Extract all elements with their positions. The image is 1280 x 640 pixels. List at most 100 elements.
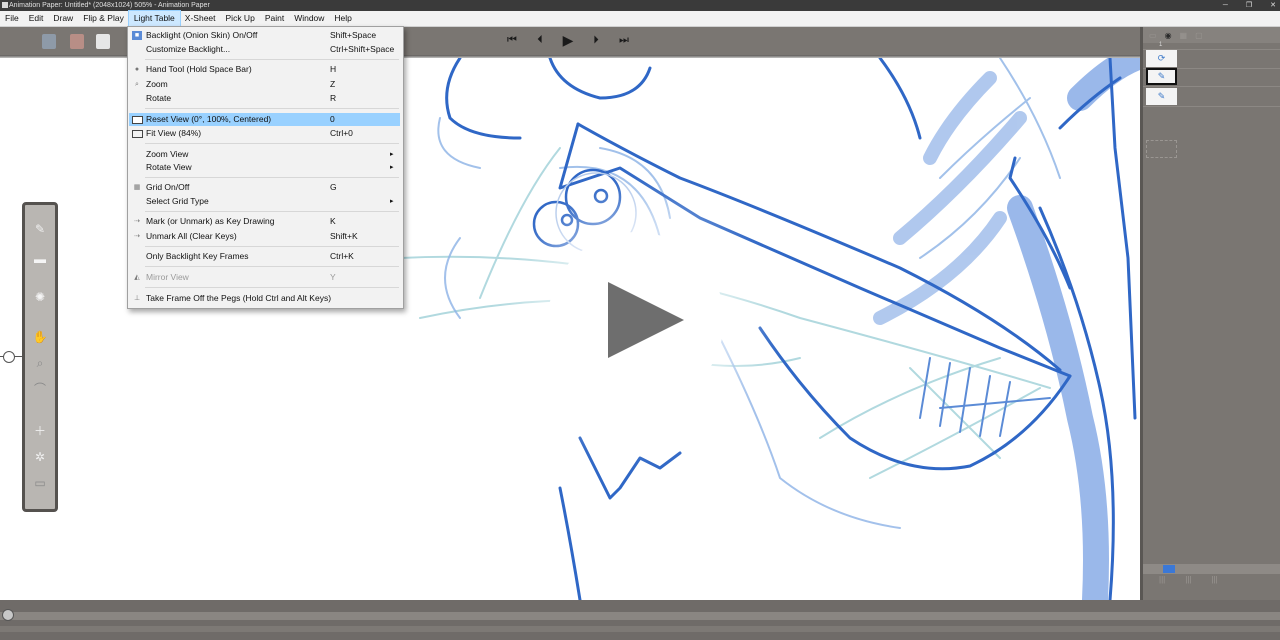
- paper-color-blue[interactable]: [42, 34, 56, 49]
- column-icon[interactable]: |||: [1211, 575, 1217, 589]
- menu-help[interactable]: Help: [329, 11, 356, 26]
- side-slider-handle[interactable]: [3, 351, 15, 363]
- x-sheet-row-1: [1143, 50, 1280, 69]
- menu-item-reset-view[interactable]: Reset View (0°, 100%, Centered) 0: [129, 113, 400, 126]
- x-sheet-footer-bar: [1143, 564, 1280, 574]
- menu-pick-up[interactable]: Pick Up: [221, 11, 260, 26]
- column-icon[interactable]: |||: [1159, 575, 1165, 589]
- timeline-track[interactable]: [0, 612, 1280, 620]
- menu-draw[interactable]: Draw: [48, 11, 78, 26]
- column-icon[interactable]: |||: [1185, 575, 1191, 589]
- timeline-lower-bar: [0, 626, 1280, 632]
- close-button[interactable]: ✕: [1270, 0, 1276, 11]
- zoom-tool-icon[interactable]: ⌕: [32, 355, 48, 371]
- menu-separator: [145, 266, 399, 267]
- key-mark-icon: ⇢: [134, 218, 140, 225]
- menu-item-take-frame-off-pegs[interactable]: ⊥ Take Frame Off the Pegs (Hold Ctrl and…: [129, 292, 400, 305]
- tool-palette: ✎ ▬ ✺ ✋ ⌕ ⌒ ＋ ✲ ▭: [22, 202, 58, 512]
- eraser-icon[interactable]: ▬: [32, 251, 48, 267]
- video-play-overlay-button[interactable]: [548, 232, 724, 408]
- menu-separator: [145, 108, 399, 109]
- next-frame-button[interactable]: ⏵: [589, 33, 603, 47]
- lock-icon[interactable]: ▢: [1195, 31, 1203, 40]
- menu-item-backlight[interactable]: ■ Backlight (Onion Skin) On/Off Shift+Sp…: [129, 29, 400, 42]
- submenu-arrow-icon: ▸: [390, 164, 394, 171]
- reset-view-icon: [132, 116, 143, 124]
- peg-icon[interactable]: ▭: [32, 475, 48, 491]
- hand-tool-icon[interactable]: ✋: [32, 329, 48, 345]
- menu-separator: [145, 143, 399, 144]
- menu-window[interactable]: Window: [289, 11, 329, 26]
- menu-item-rotate-view[interactable]: Rotate View ▸: [129, 161, 400, 174]
- menu-item-only-key-frames[interactable]: Only Backlight Key Frames Ctrl+K: [129, 250, 400, 263]
- timeline-scrubber[interactable]: [2, 609, 14, 621]
- menu-file[interactable]: File: [0, 11, 24, 26]
- settings-icon[interactable]: ✲: [32, 449, 48, 465]
- menu-edit[interactable]: Edit: [24, 11, 49, 26]
- timeline-bar: [0, 600, 1280, 640]
- previous-frame-button[interactable]: ⏴: [533, 33, 547, 47]
- menu-flip-play[interactable]: Flip & Play: [78, 11, 129, 26]
- minimize-button[interactable]: ─: [1223, 0, 1228, 11]
- menu-item-customize-backlight[interactable]: Customize Backlight... Ctrl+Shift+Space: [129, 43, 400, 56]
- light-table-menu: ■ Backlight (Onion Skin) On/Off Shift+Sp…: [127, 26, 404, 309]
- menu-separator: [145, 287, 399, 288]
- menu-item-mirror-view: ◭ Mirror View Y: [129, 271, 400, 284]
- x-sheet-row-3: [1143, 88, 1280, 107]
- zoom-icon: ⌕: [135, 81, 139, 88]
- mirror-icon: ◭: [134, 274, 140, 281]
- grid-icon[interactable]: ▦: [1180, 31, 1188, 40]
- play-button[interactable]: ▶: [561, 33, 575, 47]
- eye-icon[interactable]: ◉: [1165, 31, 1172, 40]
- submenu-arrow-icon: ▸: [390, 198, 394, 205]
- menu-item-select-grid-type[interactable]: Select Grid Type ▸: [129, 195, 400, 208]
- window-controls: ─ ❐ ✕: [1223, 0, 1276, 11]
- menu-x-sheet[interactable]: X-Sheet: [180, 11, 221, 26]
- title-bar: Animation Paper: Untitled* (2048x1024) 5…: [0, 0, 1280, 11]
- menu-item-fit-view[interactable]: Fit View (84%) Ctrl+0: [129, 127, 400, 140]
- maximize-button[interactable]: ❐: [1246, 0, 1252, 11]
- pencil-icon[interactable]: ✎: [32, 221, 48, 237]
- skip-to-start-button[interactable]: ⏮: [505, 33, 519, 47]
- menu-item-hand-tool[interactable]: ● Hand Tool (Hold Space Bar) H: [129, 63, 400, 76]
- paper-color-red[interactable]: [70, 34, 84, 49]
- x-sheet-row-2: [1143, 68, 1280, 87]
- x-sheet-panel: ▭ ◉ ▦ ▢ 1 ⟳ ✎ ✎ ||| ||| |||: [1140, 27, 1280, 600]
- x-sheet-frame-label: 1: [1159, 42, 1163, 48]
- unmark-icon: ⇢: [134, 233, 140, 240]
- app-icon: [2, 2, 8, 8]
- window-title: Animation Paper: Untitled* (2048x1024) 5…: [9, 2, 210, 9]
- play-triangle-icon: [608, 282, 684, 358]
- transport-controls: ⏮ ⏴ ▶ ⏵ ⏭: [505, 33, 631, 47]
- peg-icon: ⊥: [133, 295, 141, 302]
- x-sheet-empty-cell[interactable]: [1146, 140, 1177, 158]
- menu-item-zoom[interactable]: ⌕ Zoom Z: [129, 78, 400, 91]
- x-sheet-playhead-marker[interactable]: [1163, 565, 1175, 573]
- menu-separator: [145, 177, 399, 178]
- menu-paint[interactable]: Paint: [260, 11, 289, 26]
- backlight-icon: ■: [132, 31, 142, 40]
- menu-item-unmark-all[interactable]: ⇢ Unmark All (Clear Keys) Shift+K: [129, 230, 400, 243]
- menu-separator: [145, 211, 399, 212]
- menu-separator: [145, 59, 399, 60]
- paper-color-white[interactable]: [96, 34, 110, 49]
- menu-light-table[interactable]: Light Table: [127, 10, 181, 27]
- menu-item-zoom-view[interactable]: Zoom View ▸: [129, 148, 400, 161]
- x-sheet-footer-controls: ||| ||| |||: [1143, 575, 1280, 589]
- hand-icon: ●: [134, 66, 140, 73]
- film-icon[interactable]: ▭: [1149, 31, 1157, 40]
- menu-item-mark-key[interactable]: ⇢ Mark (or Unmark) as Key Drawing K: [129, 215, 400, 228]
- menu-bar: File Edit Draw Flip & Play Light Table X…: [0, 10, 1280, 27]
- submenu-arrow-icon: ▸: [390, 151, 394, 158]
- light-icon[interactable]: ✺: [32, 289, 48, 305]
- x-sheet-number-row: 1: [1143, 42, 1280, 50]
- menu-separator: [145, 246, 399, 247]
- add-icon[interactable]: ＋: [32, 423, 48, 439]
- x-sheet-header: ▭ ◉ ▦ ▢: [1143, 27, 1280, 43]
- fit-view-icon: [132, 130, 143, 138]
- skip-to-end-button[interactable]: ⏭: [617, 33, 631, 47]
- grid-icon: ▦: [133, 184, 141, 191]
- rotate-tool-icon[interactable]: ⌒: [32, 381, 48, 397]
- menu-item-grid-toggle[interactable]: ▦ Grid On/Off G: [129, 181, 400, 194]
- menu-item-rotate[interactable]: Rotate R: [129, 92, 400, 105]
